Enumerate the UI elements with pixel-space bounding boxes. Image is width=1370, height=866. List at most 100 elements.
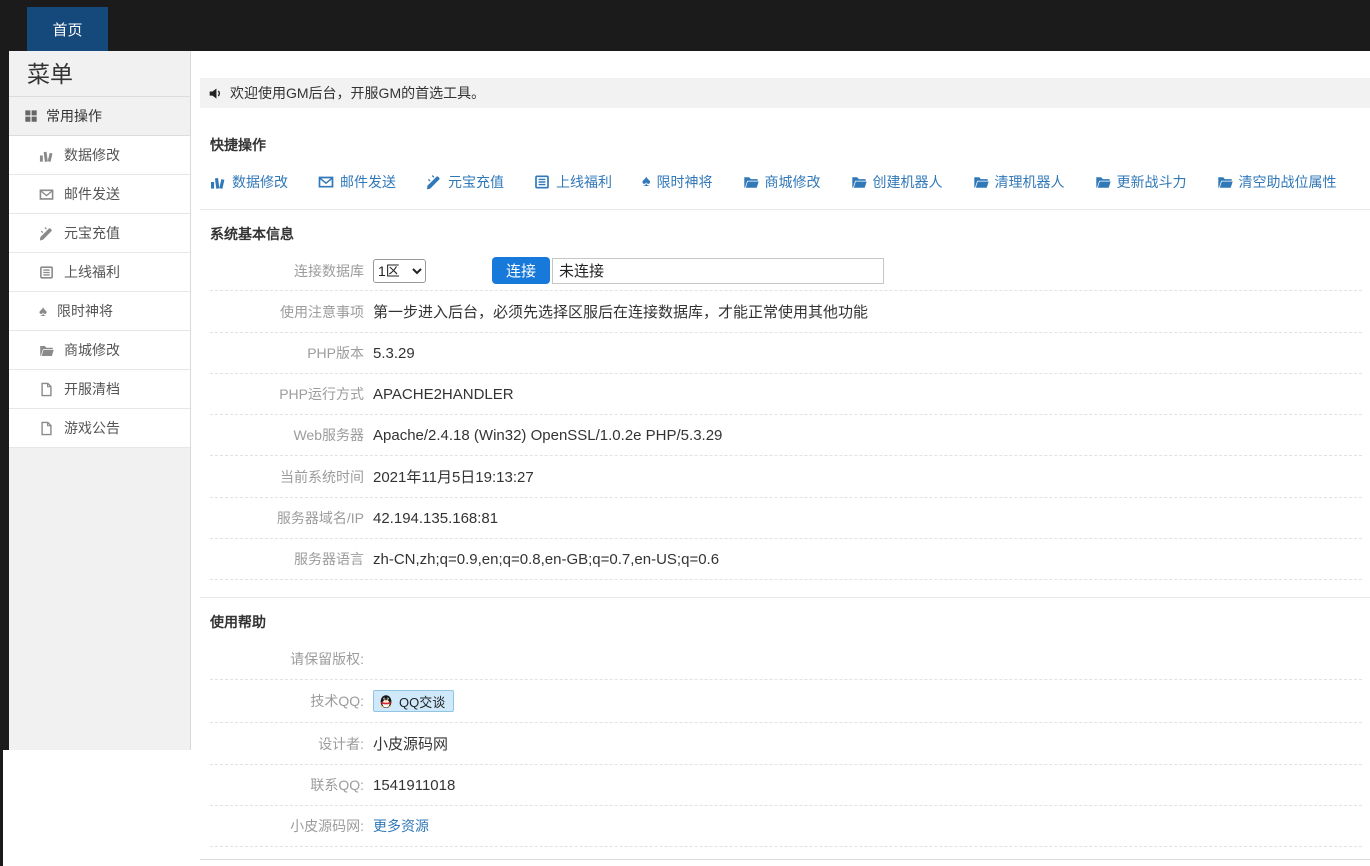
quick-link-label: 上线福利: [556, 172, 612, 192]
system-info-rows: 连接数据库 1区 连接 使用注意事项 第一步进入后台，必须先选择区服后在连接数据…: [210, 251, 1362, 580]
row-label: 技术QQ:: [210, 691, 373, 711]
quick-link-update-power[interactable]: 更新战斗力: [1095, 172, 1187, 192]
connect-button[interactable]: 连接: [492, 257, 550, 284]
sidebar-item-shop-edit[interactable]: 商城修改: [9, 331, 190, 370]
quick-link-label: 限时神将: [657, 172, 713, 192]
quick-link-clear-assist-attrs[interactable]: 清空助战位属性: [1217, 172, 1337, 192]
quick-link-label: 创建机器人: [873, 172, 943, 192]
main-content: 欢迎使用GM后台，开服GM的首选工具。 快捷操作 数据修改 邮件发送 元宝充值 …: [191, 51, 1370, 866]
apps-icon: [24, 109, 38, 123]
sidebar-title: 菜单: [9, 51, 190, 97]
help-row-tech-qq: 技术QQ: QQ交谈: [210, 680, 1362, 723]
row-label: 使用注意事项: [210, 302, 373, 322]
sidebar-item-data-edit[interactable]: 数据修改: [9, 136, 190, 175]
quick-link-shop-edit[interactable]: 商城修改: [743, 172, 821, 192]
quick-link-yuanbao-recharge[interactable]: 元宝充值: [426, 172, 504, 192]
sidebar-item-limited-hero[interactable]: ♠ 限时神将: [9, 292, 190, 331]
zone-select[interactable]: 1区: [373, 259, 426, 283]
list-icon: [39, 265, 54, 280]
folder-icon: [973, 174, 989, 190]
quick-link-label: 元宝充值: [448, 172, 504, 192]
help-row-designer: 设计者: 小皮源码网: [210, 723, 1362, 765]
qq-penguin-icon: [378, 693, 394, 709]
left-edge-strip-bottom: [0, 750, 3, 866]
folder-icon: [39, 343, 54, 358]
spade-icon: ♠: [39, 304, 47, 319]
spade-icon: ♠: [642, 174, 651, 190]
sidebar-item-label: 元宝充值: [64, 223, 120, 243]
row-label: 联系QQ:: [210, 775, 373, 795]
help-row-resources: 小皮源码网: 更多资源: [210, 806, 1362, 847]
row-label: Web服务器: [210, 425, 373, 445]
quick-link-label: 商城修改: [765, 172, 821, 192]
quick-link-clean-robots[interactable]: 清理机器人: [973, 172, 1065, 192]
info-row-server-language: 服务器语言 zh-CN,zh;q=0.9,en;q=0.8,en-GB;q=0.…: [210, 539, 1362, 580]
quick-link-limited-hero[interactable]: ♠ 限时神将: [642, 172, 713, 192]
connection-status-input[interactable]: [552, 258, 884, 284]
connect-db-row: 连接数据库 1区 连接: [210, 251, 1362, 291]
announcement-bar: 欢迎使用GM后台，开服GM的首选工具。: [200, 78, 1370, 108]
row-value: 第一步进入后台，必须先选择区服后在连接数据库，才能正常使用其他功能: [373, 301, 868, 322]
row-value: 小皮源码网: [373, 733, 448, 754]
sidebar-item-label: 开服清档: [64, 379, 120, 399]
row-label: 服务器域名/IP: [210, 508, 373, 528]
sidebar-item-game-announcement[interactable]: 游戏公告: [9, 409, 190, 448]
quick-link-label: 邮件发送: [340, 172, 396, 192]
row-value: Apache/2.4.18 (Win32) OpenSSL/1.0.2e PHP…: [373, 427, 722, 444]
help-row-contact-qq: 联系QQ: 1541911018: [210, 765, 1362, 806]
quick-link-online-welfare[interactable]: 上线福利: [534, 172, 612, 192]
sidebar-group-common-ops[interactable]: 常用操作: [9, 97, 190, 136]
chart-bars-icon: [210, 174, 226, 190]
sidebar-item-label: 邮件发送: [64, 184, 120, 204]
sidebar-item-mail-send[interactable]: 邮件发送: [9, 175, 190, 214]
folder-icon: [1217, 174, 1233, 190]
recharge-pen-icon: [426, 174, 442, 190]
quick-link-create-robots[interactable]: 创建机器人: [851, 172, 943, 192]
quick-link-label: 数据修改: [232, 172, 288, 192]
quick-link-data-edit[interactable]: 数据修改: [210, 172, 288, 192]
tab-home-label: 首页: [52, 19, 82, 40]
row-label: PHP版本: [210, 343, 373, 363]
row-label: PHP运行方式: [210, 384, 373, 404]
quick-link-label: 清空助战位属性: [1239, 172, 1337, 192]
speaker-icon: [208, 86, 223, 101]
folder-icon: [743, 174, 759, 190]
quick-link-label: 更新战斗力: [1117, 172, 1187, 192]
row-label: 设计者:: [210, 734, 373, 754]
sidebar-item-label: 数据修改: [64, 145, 120, 165]
info-row-usage-note: 使用注意事项 第一步进入后台，必须先选择区服后在连接数据库，才能正常使用其他功能: [210, 291, 1362, 333]
quick-link-label: 清理机器人: [995, 172, 1065, 192]
help-title: 使用帮助: [210, 612, 1362, 632]
sidebar-item-online-welfare[interactable]: 上线福利: [9, 253, 190, 292]
help-rows: 请保留版权: 技术QQ: QQ交谈 设计者: 小皮源码网 联系QQ: 15419…: [210, 639, 1362, 847]
envelope-icon: [39, 187, 54, 202]
sidebar-item-yuanbao-recharge[interactable]: 元宝充值: [9, 214, 190, 253]
file-icon: [39, 421, 54, 436]
quick-link-mail-send[interactable]: 邮件发送: [318, 172, 396, 192]
sidebar-item-label: 限时神将: [57, 301, 113, 321]
sidebar: 菜单 常用操作 数据修改 邮件发送 元宝充值 上线福利 ♠ 限时神将 商城修改 …: [9, 51, 191, 750]
sidebar-item-server-wipe[interactable]: 开服清档: [9, 370, 190, 409]
row-label: 服务器语言: [210, 549, 373, 569]
row-value: 42.194.135.168:81: [373, 510, 498, 527]
qq-chat-label: QQ交谈: [399, 692, 445, 711]
announcement-text: 欢迎使用GM后台，开服GM的首选工具。: [230, 83, 485, 103]
folder-icon: [1095, 174, 1111, 190]
tab-home[interactable]: 首页: [27, 7, 108, 51]
file-icon: [39, 382, 54, 397]
envelope-icon: [318, 174, 334, 190]
section-divider: [200, 209, 1370, 210]
qq-chat-button[interactable]: QQ交谈: [373, 690, 454, 712]
row-label: 当前系统时间: [210, 467, 373, 487]
info-row-php-sapi: PHP运行方式 APACHE2HANDLER: [210, 374, 1362, 415]
quick-actions-title: 快捷操作: [210, 135, 1362, 155]
row-label: 小皮源码网:: [210, 816, 373, 836]
more-resources-link[interactable]: 更多资源: [373, 816, 429, 836]
chart-bars-icon: [39, 148, 54, 163]
sidebar-item-label: 游戏公告: [64, 418, 120, 438]
row-label: 连接数据库: [210, 261, 373, 281]
top-navbar: 首页: [0, 0, 1370, 51]
info-row-php-version: PHP版本 5.3.29: [210, 333, 1362, 374]
sidebar-item-label: 商城修改: [64, 340, 120, 360]
sidebar-group-label: 常用操作: [46, 106, 102, 126]
